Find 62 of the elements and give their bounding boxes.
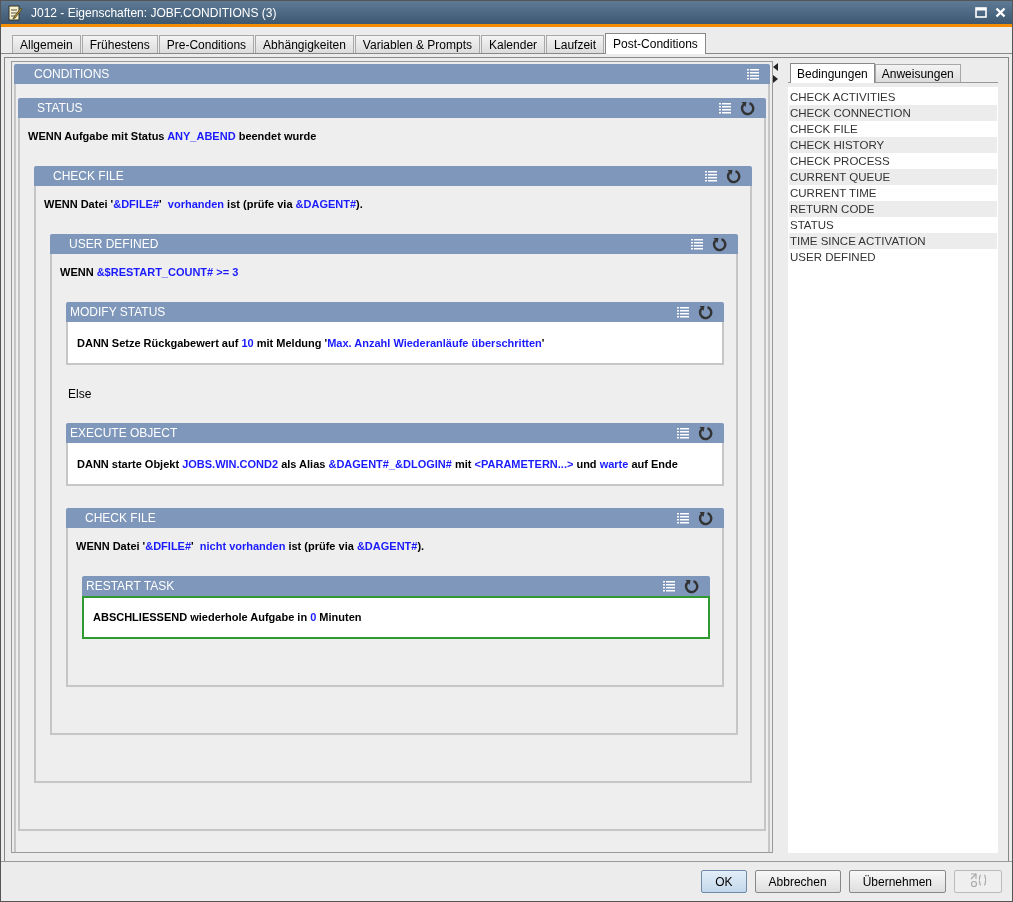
list-icon[interactable] xyxy=(677,306,689,318)
tab[interactable]: Pre-Conditions xyxy=(158,35,255,53)
expand-right-icon[interactable] xyxy=(773,75,778,83)
refresh-icon[interactable] xyxy=(698,304,713,320)
list-icon[interactable] xyxy=(677,427,689,439)
dialog-button[interactable]: Abbrechen xyxy=(754,870,841,893)
list-item[interactable]: CHECK PROCESS xyxy=(789,153,997,169)
list-item[interactable]: CURRENT QUEUE xyxy=(789,169,997,185)
else-label: Else xyxy=(67,387,93,401)
condition-text: ABSCHLIESSEND wiederhole Aufgabe in 0 Minuten xyxy=(93,610,363,625)
list-item[interactable]: STATUS xyxy=(789,217,997,233)
condition-text: WENN Datei '&DFILE#' vorhanden ist (prüfe via &DAGENT#). xyxy=(44,197,364,212)
tab[interactable]: Frühestens xyxy=(81,35,158,53)
list-icon[interactable] xyxy=(719,102,731,114)
list-item[interactable]: CHECK ACTIVITIES xyxy=(789,89,997,105)
block-title: CHECK FILE xyxy=(53,169,125,183)
variable-braces-icon xyxy=(968,872,988,888)
list-item[interactable]: RETURN CODE xyxy=(789,201,997,217)
list-item[interactable]: CHECK CONNECTION xyxy=(789,105,997,121)
block-title: USER DEFINED xyxy=(69,237,160,251)
tab[interactable]: Laufzeit xyxy=(546,35,605,53)
tab[interactable]: Bedingungen xyxy=(790,63,875,83)
list-icon[interactable] xyxy=(747,68,759,80)
condition-text: WENN Aufgabe mit Status ANY_ABEND beendet wurde xyxy=(28,129,318,144)
refresh-icon[interactable] xyxy=(726,168,741,184)
window-title: J012 - Eigenschaften: JOBF.CONDITIONS (3) xyxy=(31,5,278,20)
tab[interactable]: Abhängigkeiten xyxy=(255,35,354,53)
list-item[interactable]: CHECK FILE xyxy=(789,121,997,137)
refresh-icon[interactable] xyxy=(698,425,713,441)
list-icon[interactable] xyxy=(677,512,689,524)
block-title: MODIFY STATUS xyxy=(70,305,167,319)
refresh-icon[interactable] xyxy=(712,236,727,252)
tab[interactable]: Allgemein xyxy=(12,35,81,53)
refresh-icon[interactable] xyxy=(684,578,699,594)
block-title: EXECUTE OBJECT xyxy=(70,426,179,440)
condition-text: WENN &$RESTART_COUNT# >= 3 xyxy=(60,265,240,280)
list-item[interactable]: USER DEFINED xyxy=(789,249,997,265)
condition-text: DANN Setze Rückgabewert auf 10 mit Meldung 'Max. Anzahl Wiederanläufe überschritten' xyxy=(77,336,546,351)
condition-text: DANN starte Objekt JOBS.WIN.COND2 als Alias &DAGENT#_&DLOGIN# mit <PARAMETERN...> und warte auf Ende xyxy=(77,457,679,472)
tab[interactable]: Post-Conditions xyxy=(605,33,706,54)
list-icon[interactable] xyxy=(705,170,717,182)
block-title: CONDITIONS xyxy=(34,67,111,81)
maximize-icon[interactable] xyxy=(975,7,987,18)
list-item[interactable]: CHECK HISTORY xyxy=(789,137,997,153)
dialog-button[interactable]: OK xyxy=(701,870,747,893)
close-icon[interactable] xyxy=(995,7,1006,18)
dialog-button[interactable]: Übernehmen xyxy=(848,870,946,893)
document-pencil-icon xyxy=(7,4,23,21)
block-title: STATUS xyxy=(37,101,84,115)
tab[interactable]: Kalender xyxy=(481,35,546,53)
refresh-icon[interactable] xyxy=(740,100,755,116)
tab[interactable]: Variablen & Prompts xyxy=(354,35,480,53)
tab[interactable]: Anweisungen xyxy=(874,64,961,82)
block-title: RESTART TASK xyxy=(86,579,176,593)
list-item[interactable]: TIME SINCE ACTIVATION xyxy=(789,233,997,249)
list-item[interactable]: CURRENT TIME xyxy=(789,185,997,201)
list-icon[interactable] xyxy=(663,580,675,592)
refresh-icon[interactable] xyxy=(698,510,713,526)
list-icon[interactable] xyxy=(691,238,703,250)
collapse-left-icon[interactable] xyxy=(773,63,778,71)
condition-text: WENN Datei '&DFILE#' nicht vorhanden ist (prüfe via &DAGENT#). xyxy=(76,539,426,554)
block-title: CHECK FILE xyxy=(85,511,157,525)
